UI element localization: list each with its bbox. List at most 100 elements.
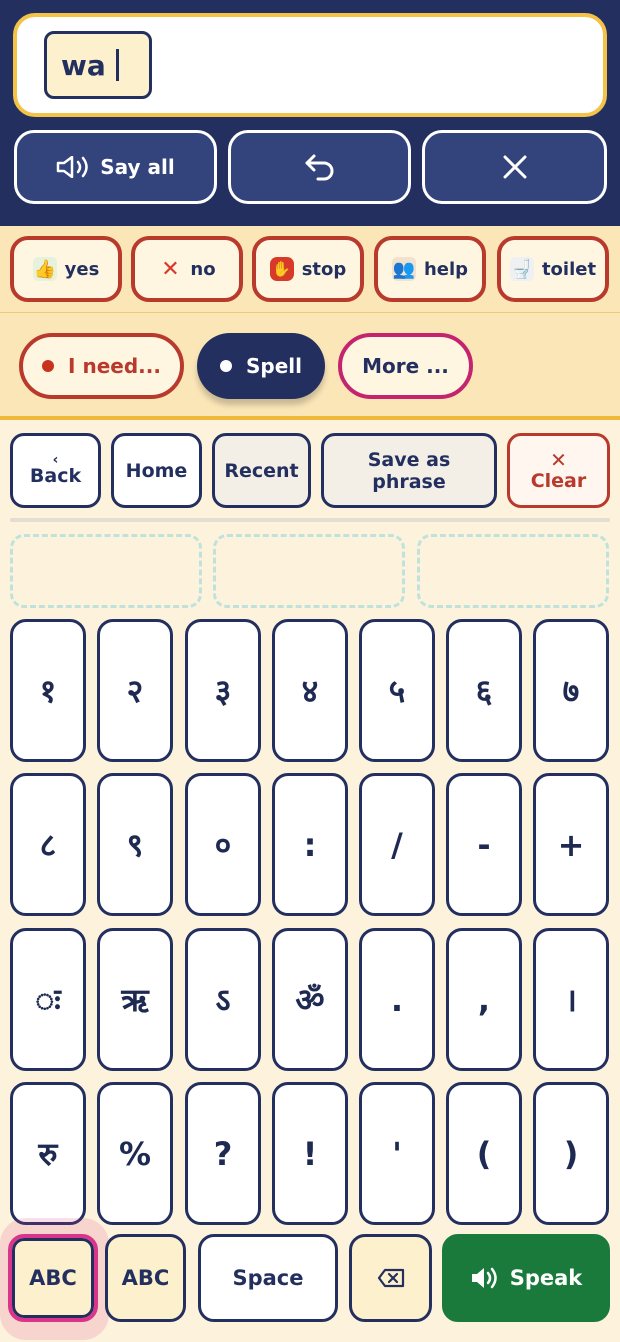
keyboard-key[interactable]: /	[359, 773, 435, 916]
keyboard-key[interactable]: १	[10, 619, 86, 762]
suggestion-slot[interactable]	[417, 534, 609, 608]
quick-phrase-no[interactable]: ✕ no	[131, 236, 243, 302]
key-label: %	[118, 1134, 152, 1173]
key-label: (	[476, 1134, 492, 1173]
keyboard-key[interactable]: :	[272, 773, 348, 916]
recent-button[interactable]: Recent	[212, 433, 311, 508]
keyboard-key[interactable]: ?	[185, 1082, 261, 1225]
keyboard-key[interactable]: ४	[272, 619, 348, 762]
speaker-icon	[57, 156, 88, 178]
back-label: Back	[29, 464, 82, 487]
abc-button[interactable]: ABC	[105, 1234, 186, 1322]
keyboard-key[interactable]: (	[446, 1082, 522, 1225]
keyboard-key[interactable]: '	[359, 1082, 435, 1225]
red-x-icon: ✕	[161, 256, 180, 282]
more-label: More ...	[362, 354, 449, 378]
key-label: रु	[38, 1135, 58, 1173]
key-label: ◌ः	[35, 981, 61, 1019]
save-phrase-label-line1: Save as	[367, 448, 451, 471]
key-label: :	[303, 825, 317, 864]
clear-message-button[interactable]	[422, 130, 607, 204]
backspace-button[interactable]	[349, 1234, 432, 1322]
keyboard-key[interactable]: ॐ	[272, 928, 348, 1071]
keyboard-key[interactable]: ७	[533, 619, 609, 762]
spell-label: Spell	[246, 354, 302, 378]
quick-phrase-label: stop	[301, 258, 347, 280]
keyboard-key[interactable]: %	[97, 1082, 173, 1225]
abc-button-selected[interactable]: ABC	[8, 1234, 98, 1322]
clear-x-icon: ✕	[550, 447, 567, 472]
keyboard-key[interactable]: रु	[10, 1082, 86, 1225]
message-box[interactable]: wa	[13, 13, 607, 117]
key-label: .	[390, 980, 404, 1019]
quick-phrase-stop[interactable]: ✋ stop	[252, 236, 364, 302]
spell-button[interactable]: Spell	[197, 333, 325, 399]
keyboard-key[interactable]: २	[97, 619, 173, 762]
keyboard-key[interactable]: ◌ः	[10, 928, 86, 1071]
key-label: ६	[475, 672, 493, 710]
undo-button[interactable]	[228, 130, 411, 204]
key-label: १	[39, 672, 57, 710]
keyboard-key[interactable]: ०	[185, 773, 261, 916]
suggestion-slot[interactable]	[213, 534, 405, 608]
back-chevron-icon: ‹	[52, 451, 59, 468]
abc-label: ABC	[121, 1266, 170, 1290]
keyboard-key[interactable]: ऋ	[97, 928, 173, 1071]
keyboard-key[interactable]: ८	[10, 773, 86, 916]
keyboard-key[interactable]: .	[359, 928, 435, 1071]
key-label: ९	[126, 826, 144, 864]
quick-phrase-yes[interactable]: 👍 yes	[10, 236, 122, 302]
home-button[interactable]: Home	[111, 433, 202, 508]
say-all-button[interactable]: Say all	[14, 130, 217, 204]
say-all-label: Say all	[100, 155, 175, 179]
save-phrase-button[interactable]: Save as phrase	[321, 433, 497, 508]
text-cursor	[115, 49, 119, 81]
key-label: २	[126, 672, 144, 710]
key-label: -	[477, 825, 491, 864]
back-button[interactable]: ‹ Back	[10, 433, 101, 508]
keyboard-key[interactable]: ३	[185, 619, 261, 762]
word-chip[interactable]: wa	[44, 31, 152, 99]
keyboard-key[interactable]: )	[533, 1082, 609, 1225]
home-label: Home	[125, 459, 188, 482]
keyboard-key[interactable]: ।	[533, 928, 609, 1071]
keyboard-key[interactable]: !	[272, 1082, 348, 1225]
key-label: ८	[39, 826, 57, 864]
keyboard-key[interactable]: +	[533, 773, 609, 916]
space-button[interactable]: Space	[198, 1234, 338, 1322]
quick-phrase-toilet[interactable]: 🚽 toilet	[497, 236, 609, 302]
top-bar: wa Say all	[0, 0, 620, 226]
word-chip-text: wa	[61, 48, 106, 82]
save-phrase-label-line2: phrase	[372, 470, 446, 493]
keyboard-key[interactable]: ५	[359, 619, 435, 762]
key-label: )	[563, 1134, 579, 1173]
key-label: '	[392, 1134, 402, 1173]
key-label: ऋ	[121, 981, 149, 1019]
more-button[interactable]: More ...	[338, 333, 473, 399]
backspace-icon	[377, 1268, 404, 1288]
key-label: ?	[213, 1134, 233, 1173]
keyboard-key[interactable]: ९	[97, 773, 173, 916]
key-label: ३	[214, 672, 232, 710]
key-label: ४	[301, 672, 319, 710]
recent-label: Recent	[224, 459, 299, 482]
mode-dot-icon	[220, 360, 232, 372]
key-label: ,	[477, 980, 491, 1019]
key-label: /	[391, 825, 403, 864]
key-label: ७	[562, 672, 580, 710]
suggestion-slot[interactable]	[10, 534, 202, 608]
keyboard-key[interactable]: ६	[446, 619, 522, 762]
keyboard-key[interactable]: ,	[446, 928, 522, 1071]
close-icon	[503, 155, 526, 179]
mode-row: I need... Spell More ...	[0, 312, 620, 420]
clear-button[interactable]: ✕ Clear	[507, 433, 610, 508]
keyboard-key[interactable]: -	[446, 773, 522, 916]
quick-phrase-help[interactable]: 👥 help	[374, 236, 486, 302]
speak-button[interactable]: Speak	[442, 1234, 610, 1322]
i-need-label: I need...	[68, 354, 161, 378]
mode-dot-icon	[42, 360, 55, 372]
divider	[10, 518, 610, 522]
keyboard-key[interactable]: ऽ	[185, 928, 261, 1071]
key-label: !	[302, 1134, 318, 1173]
i-need-button[interactable]: I need...	[19, 333, 184, 399]
